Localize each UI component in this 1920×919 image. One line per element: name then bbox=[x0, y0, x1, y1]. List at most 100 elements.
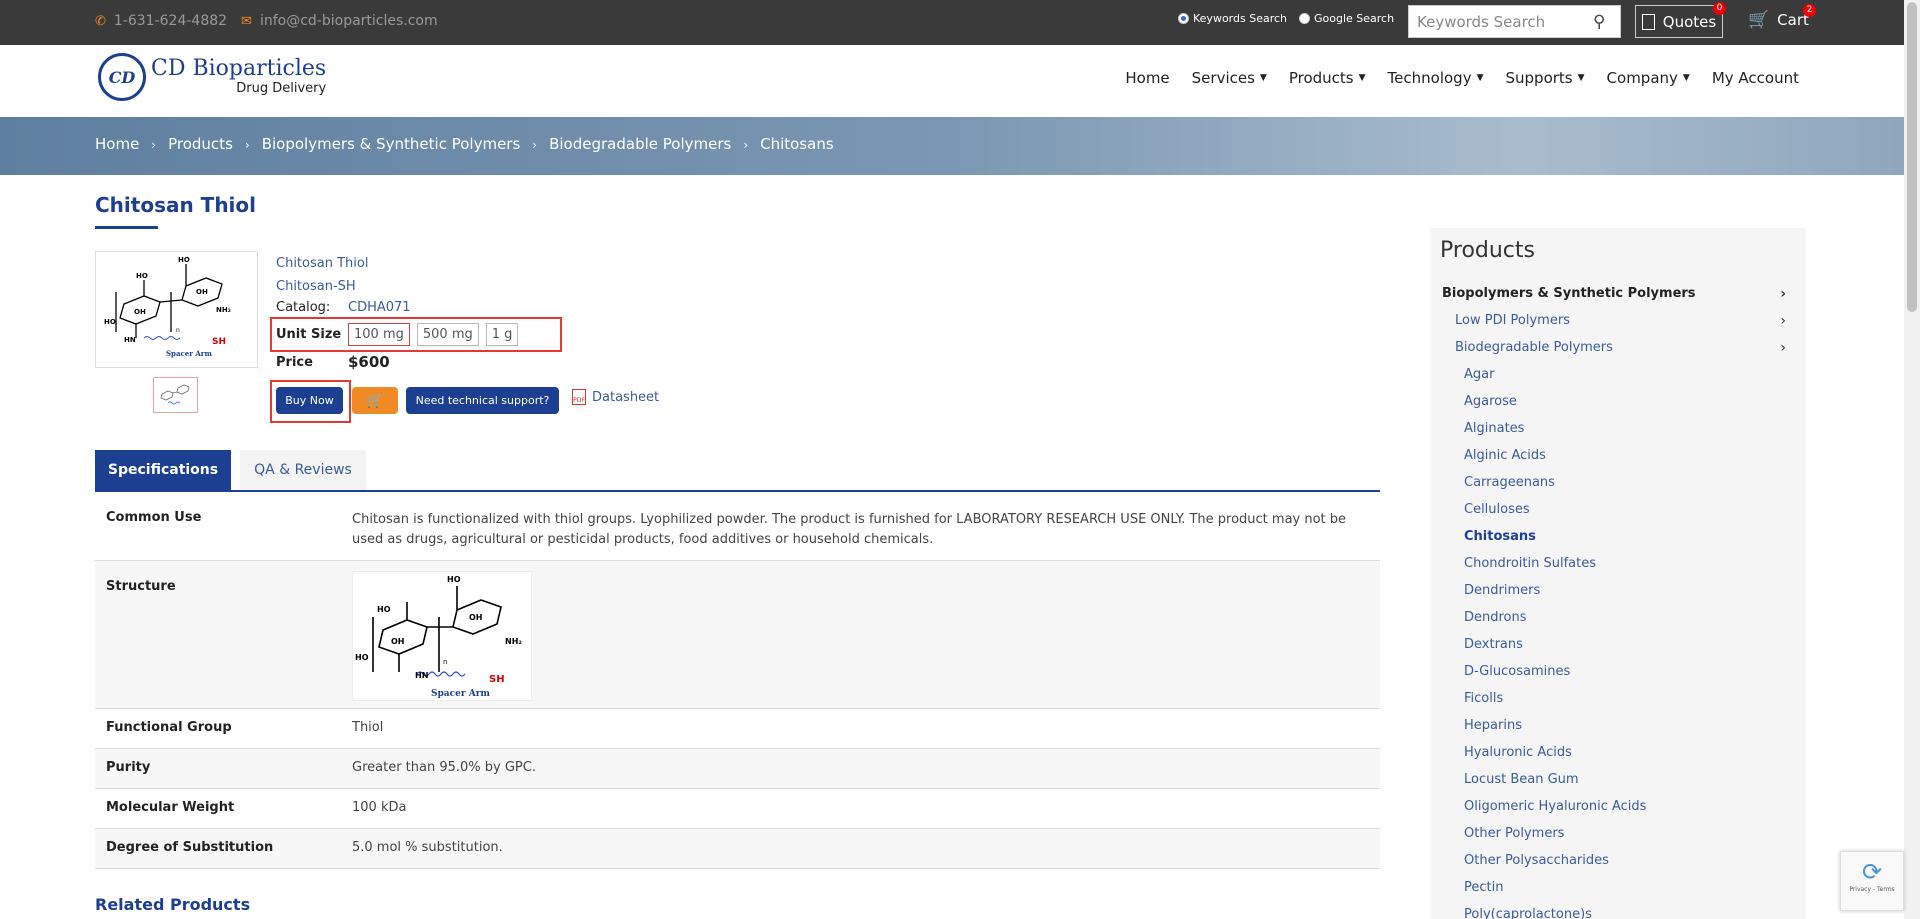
breadcrumb-biopolymers[interactable]: Biopolymers & Synthetic Polymers bbox=[262, 135, 521, 155]
breadcrumb: Home › Products › Biopolymers & Syntheti… bbox=[95, 135, 834, 155]
table-row: Functional Group Thiol bbox=[95, 709, 1380, 749]
sidebar-item-agar[interactable]: Agar bbox=[1430, 361, 1806, 388]
label-n: n bbox=[176, 327, 180, 334]
nav-company[interactable]: Company ▼ bbox=[1607, 69, 1690, 87]
label-ho: HO bbox=[136, 272, 148, 280]
nav-home[interactable]: Home bbox=[1125, 69, 1169, 87]
phone-number[interactable]: 1-631-624-4882 bbox=[114, 13, 227, 29]
document-icon bbox=[1641, 13, 1655, 30]
breadcrumb-products[interactable]: Products bbox=[168, 135, 233, 155]
chevron-right-icon: › bbox=[532, 138, 538, 152]
nav-my-account[interactable]: My Account bbox=[1712, 69, 1799, 87]
size-option-1g[interactable]: 1 g bbox=[485, 323, 519, 346]
sidebar-item-oligomeric-hyaluronic-acids[interactable]: Oligomeric Hyaluronic Acids bbox=[1430, 793, 1806, 820]
nav-products[interactable]: Products ▼ bbox=[1289, 69, 1366, 87]
site-logo[interactable]: CD CD Bioparticles Drug Delivery bbox=[98, 53, 326, 101]
sidebar-item-pectin[interactable]: Pectin bbox=[1430, 874, 1806, 901]
spec-value: HO HO HO OH OH NH₂ HN n SH Spacer Arm bbox=[352, 561, 1380, 708]
technical-support-button[interactable]: Need technical support? bbox=[406, 387, 559, 414]
search-mode: Keywords Search Google Search bbox=[1178, 12, 1406, 25]
caret-down-icon: ▼ bbox=[1476, 73, 1484, 83]
chevron-right-icon: › bbox=[1780, 285, 1786, 302]
sidebar-item-d-glucosamines[interactable]: D-Glucosamines bbox=[1430, 658, 1806, 685]
caret-down-icon: ▼ bbox=[1577, 73, 1585, 83]
sidebar-item-agarose[interactable]: Agarose bbox=[1430, 388, 1806, 415]
sidebar-item-heparins[interactable]: Heparins bbox=[1430, 712, 1806, 739]
structure-image: HO HO HO OH OH NH₂ HN n SH Spacer Arm bbox=[352, 571, 532, 701]
specifications-table: Common Use Chitosan is functionalized wi… bbox=[95, 492, 1380, 869]
table-row: Degree of Substitution 5.0 mol % substit… bbox=[95, 829, 1380, 869]
datasheet-link[interactable]: PDF Datasheet bbox=[572, 389, 659, 405]
size-option-500mg[interactable]: 500 mg bbox=[416, 323, 479, 346]
sidebar-item-other-polysaccharides[interactable]: Other Polysaccharides bbox=[1430, 847, 1806, 874]
breadcrumb-biodegradable[interactable]: Biodegradable Polymers bbox=[549, 135, 731, 155]
caret-down-icon: ▼ bbox=[1682, 73, 1690, 83]
sidebar-item-chondroitin-sulfates[interactable]: Chondroitin Sulfates bbox=[1430, 550, 1806, 577]
product-alias-link[interactable]: Chitosan-SH bbox=[276, 275, 368, 298]
product-name-link[interactable]: Chitosan Thiol bbox=[276, 252, 368, 275]
label-oh: OH bbox=[469, 613, 483, 622]
sidebar-item-alginates[interactable]: Alginates bbox=[1430, 415, 1806, 442]
page-title: Chitosan Thiol bbox=[95, 193, 257, 217]
sidebar-item-polycaprolactones[interactable]: Poly(caprolactone)s bbox=[1430, 901, 1806, 919]
tab-qa-reviews[interactable]: QA & Reviews bbox=[240, 450, 366, 490]
cart-count-badge: 2 bbox=[1803, 4, 1816, 17]
related-products-heading: Related Products bbox=[95, 895, 251, 914]
label-hn: HN bbox=[124, 336, 136, 344]
sidebar-item-ficolls[interactable]: Ficolls bbox=[1430, 685, 1806, 712]
email-address[interactable]: info@cd-bioparticles.com bbox=[260, 13, 438, 29]
sidebar-item-chitosans[interactable]: Chitosans bbox=[1430, 523, 1806, 550]
scrollbar-thumb[interactable] bbox=[1907, 2, 1917, 312]
radio-keywords-search[interactable] bbox=[1178, 13, 1189, 24]
quotes-button[interactable]: Quotes bbox=[1635, 5, 1723, 38]
sidebar-item-dextrans[interactable]: Dextrans bbox=[1430, 631, 1806, 658]
label-oh: OH bbox=[391, 637, 405, 646]
sidebar-item-biopolymers[interactable]: Biopolymers & Synthetic Polymers › bbox=[1430, 280, 1806, 307]
caret-down-icon: ▼ bbox=[1358, 73, 1366, 83]
recaptcha-links[interactable]: Privacy - Terms bbox=[1841, 886, 1903, 893]
sidebar-item-other-polymers[interactable]: Other Polymers bbox=[1430, 820, 1806, 847]
label-n: n bbox=[443, 658, 447, 666]
sidebar-item-biodegradable[interactable]: Biodegradable Polymers › bbox=[1430, 334, 1806, 361]
nav-supports[interactable]: Supports ▼ bbox=[1506, 69, 1585, 87]
buy-now-button[interactable]: Buy Now bbox=[276, 387, 343, 414]
label-oh: OH bbox=[196, 288, 208, 296]
radio-keywords-label: Keywords Search bbox=[1193, 12, 1287, 25]
product-info: Chitosan Thiol Chitosan-SH bbox=[276, 252, 368, 298]
sidebar-item-hyaluronic-acids[interactable]: Hyaluronic Acids bbox=[1430, 739, 1806, 766]
search-icon[interactable]: ⚲ bbox=[1593, 12, 1605, 32]
chevron-right-icon: › bbox=[743, 138, 749, 152]
recaptcha-badge[interactable]: ⟳ Privacy - Terms bbox=[1840, 851, 1904, 911]
label-spacer-arm: Spacer Arm bbox=[431, 689, 490, 699]
sidebar-item-carrageenans[interactable]: Carrageenans bbox=[1430, 469, 1806, 496]
main-nav: Home Services ▼ Products ▼ Technology ▼ Sup… bbox=[1103, 69, 1799, 87]
sidebar-item-locust-bean-gum[interactable]: Locust Bean Gum bbox=[1430, 766, 1806, 793]
radio-google-search[interactable] bbox=[1299, 13, 1310, 24]
price-row: Price $600 bbox=[276, 353, 390, 371]
sidebar-item-dendrimers[interactable]: Dendrimers bbox=[1430, 577, 1806, 604]
search-input[interactable] bbox=[1409, 6, 1589, 37]
sidebar-item-low-pdi[interactable]: Low PDI Polymers › bbox=[1430, 307, 1806, 334]
product-thumbnail[interactable] bbox=[153, 377, 198, 413]
page-scrollbar[interactable] bbox=[1904, 0, 1920, 919]
products-sidebar: Products Biopolymers & Synthetic Polymer… bbox=[1430, 228, 1806, 919]
cart-button[interactable]: 🛒 Cart bbox=[1748, 10, 1809, 30]
breadcrumb-home[interactable]: Home bbox=[95, 135, 139, 155]
tab-specifications[interactable]: Specifications bbox=[95, 450, 231, 490]
chevron-right-icon: › bbox=[1780, 312, 1786, 329]
table-row: Common Use Chitosan is functionalized wi… bbox=[95, 492, 1380, 561]
sidebar-item-celluloses[interactable]: Celluloses bbox=[1430, 496, 1806, 523]
spec-value: Thiol bbox=[352, 720, 384, 735]
add-to-cart-button[interactable]: 🛒 bbox=[352, 387, 398, 414]
nav-technology[interactable]: Technology ▼ bbox=[1388, 69, 1484, 87]
unit-size-row: Unit Size 100 mg 500 mg 1 g bbox=[276, 323, 525, 346]
sidebar-title: Products bbox=[1440, 238, 1535, 263]
logo-mark: CD bbox=[98, 53, 146, 101]
sidebar-item-alginic-acids[interactable]: Alginic Acids bbox=[1430, 442, 1806, 469]
sidebar-item-dendrons[interactable]: Dendrons bbox=[1430, 604, 1806, 631]
nav-services[interactable]: Services ▼ bbox=[1192, 69, 1267, 87]
search-box: ⚲ bbox=[1408, 5, 1621, 38]
breadcrumb-chitosans[interactable]: Chitosans bbox=[760, 135, 834, 155]
size-option-100mg[interactable]: 100 mg bbox=[348, 323, 410, 346]
product-image[interactable]: HO HO HO OH OH NH₂ HN n SH Spacer Arm bbox=[95, 251, 258, 368]
